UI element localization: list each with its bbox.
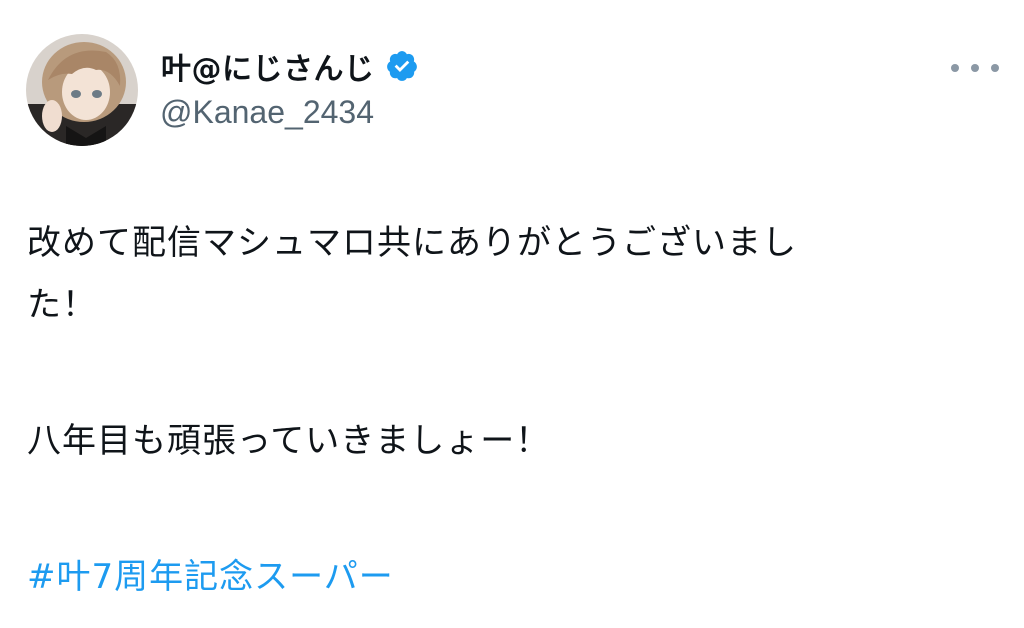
dot-icon [971,64,979,72]
dot-icon [991,64,999,72]
tweet-text-line: た！ [27,285,97,325]
user-handle[interactable]: @Kanae_2434 [160,94,374,131]
hashtag-link[interactable]: #叶7周年記念スーパー [27,546,987,608]
name-row: 叶@にじさんじ [161,44,419,88]
tweet-card: 叶@にじさんじ @Kanae_2434 改めて配信マシュマロ共にありがとうござい… [0,0,1024,628]
dot-icon [951,64,959,72]
verified-badge-icon [385,49,419,83]
avatar[interactable] [26,34,138,146]
tweet-text-line: 八年目も頑張っていきましょー！ [27,421,551,461]
tweet-text: 改めて配信マシュマロ共にありがとうございまし た！ 八年目も頑張っていきましょー… [27,212,987,608]
display-name[interactable]: 叶@にじさんじ [161,44,375,88]
more-options-icon[interactable] [951,54,999,82]
avatar-image [26,34,138,146]
tweet-text-line: 改めて配信マシュマロ共にありがとうございまし [27,223,797,263]
